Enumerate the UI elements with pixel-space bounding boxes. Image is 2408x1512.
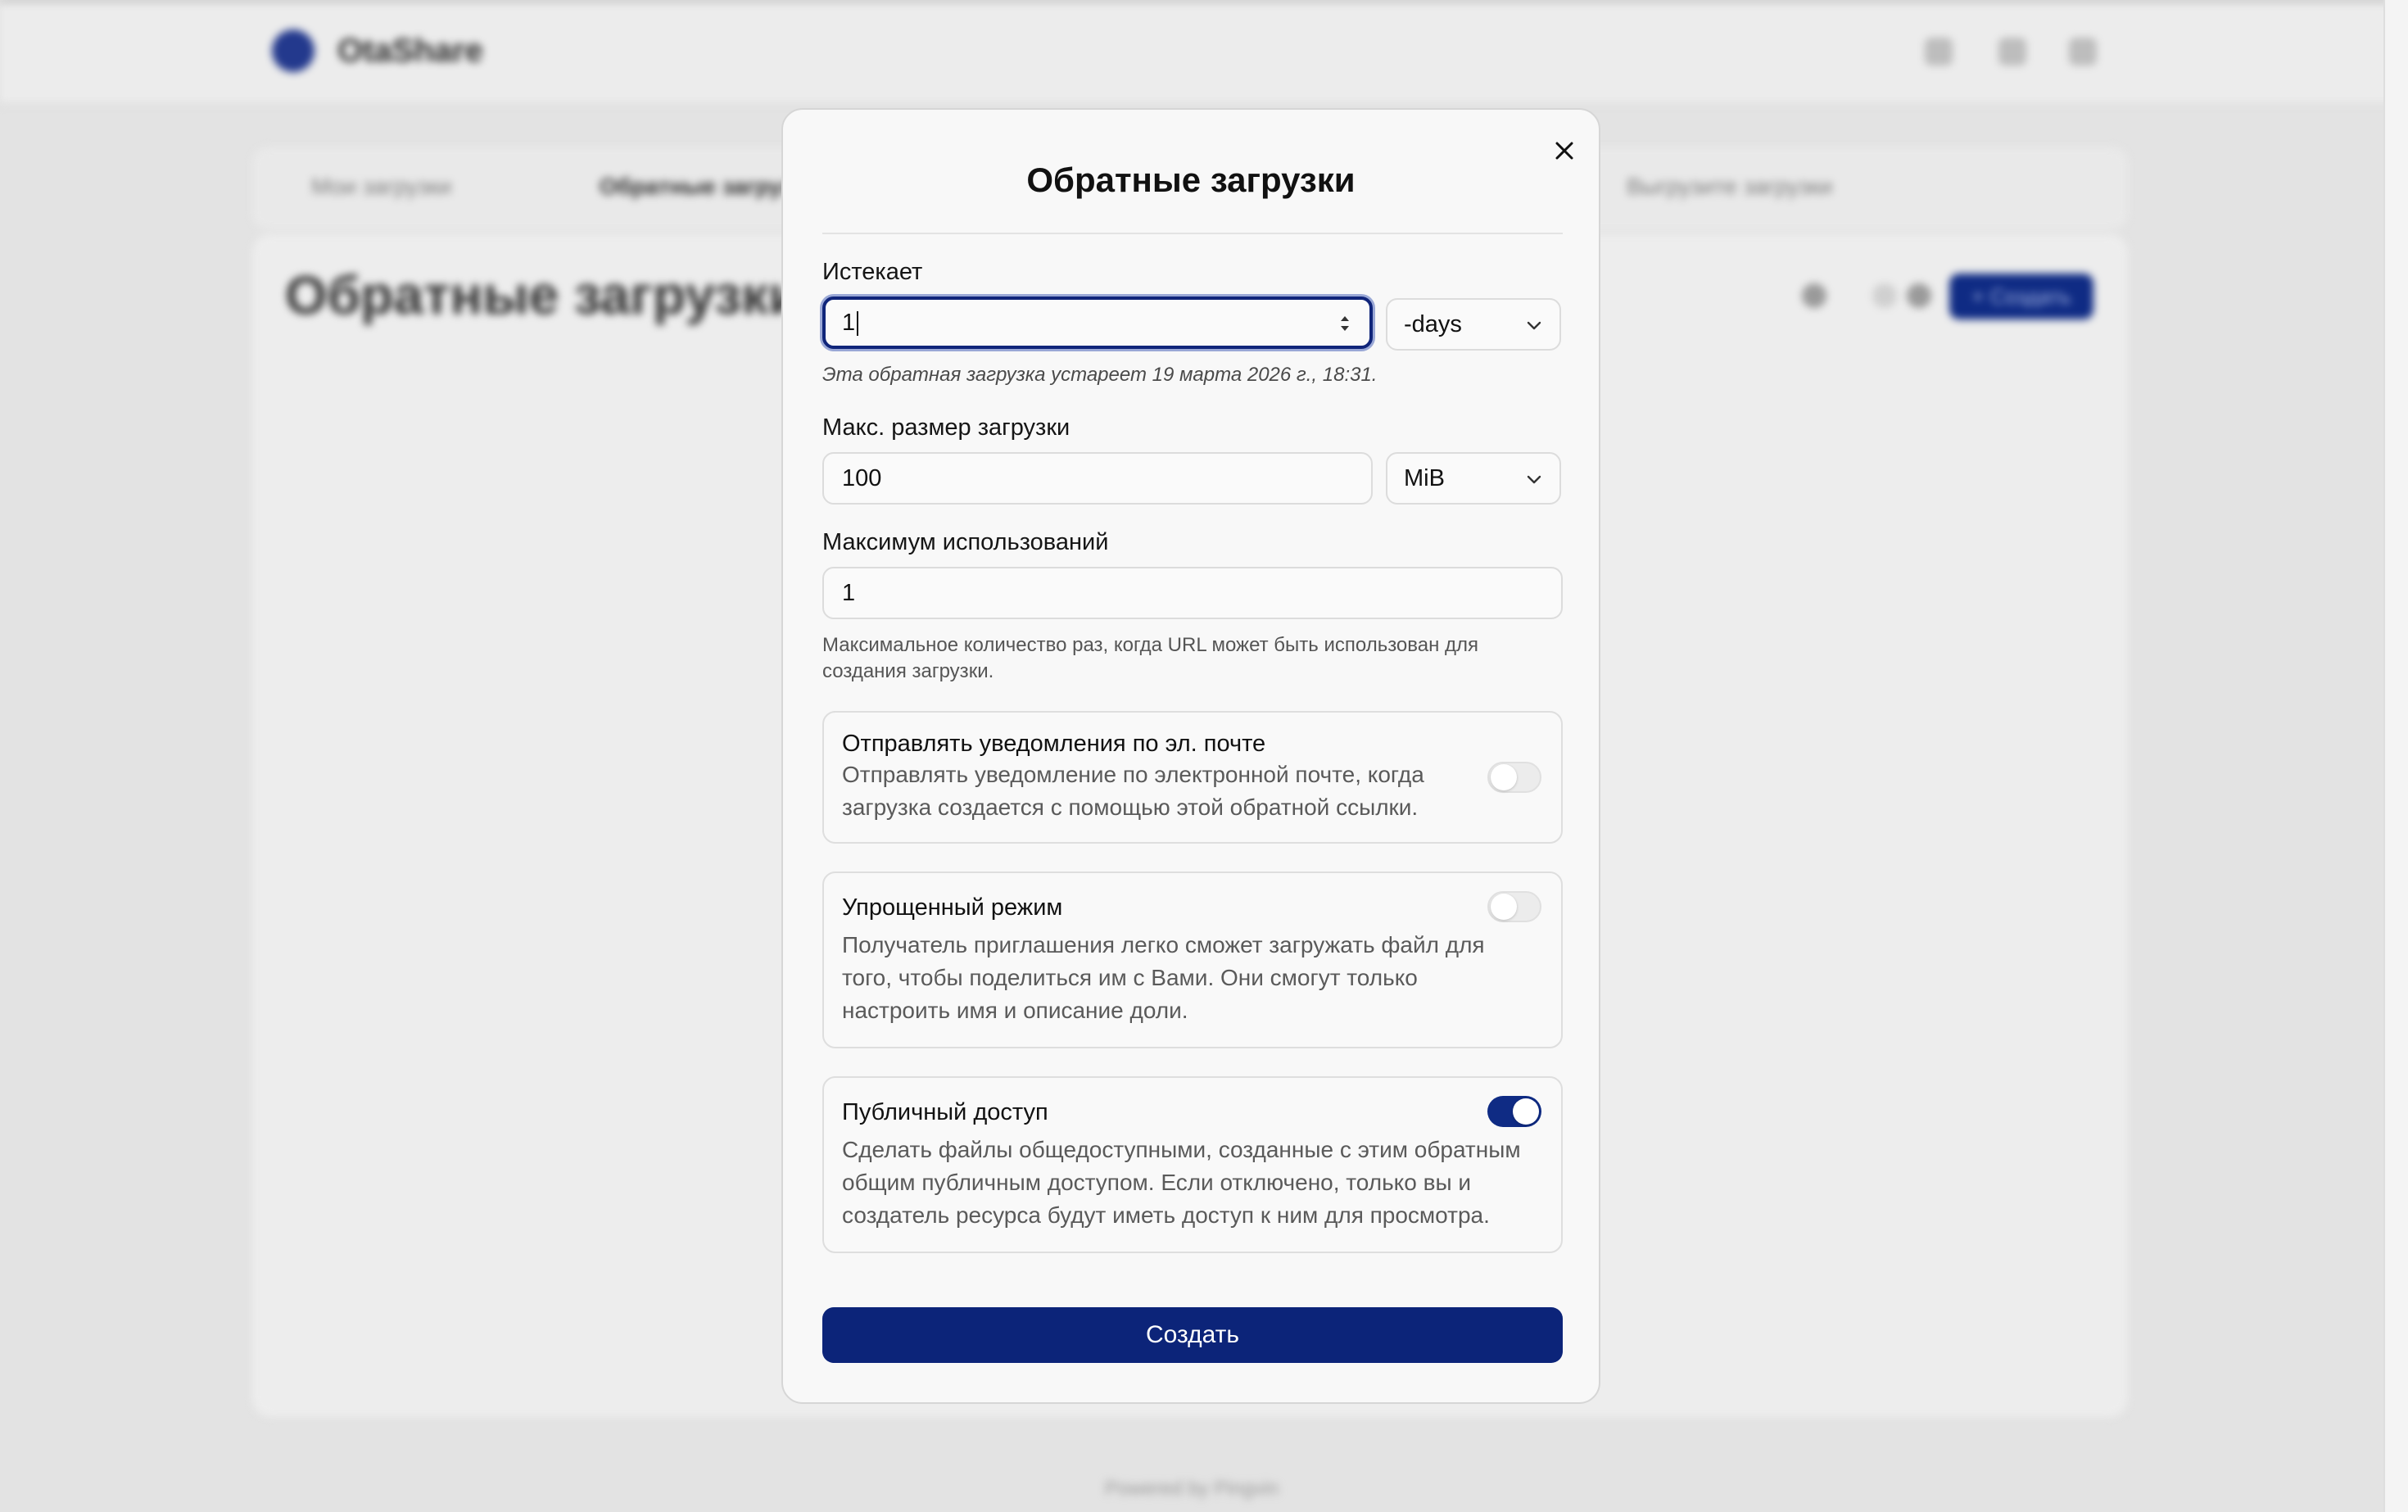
max-uses-hint-line2: создания загрузки. [822, 660, 994, 682]
toggle-knob [1491, 894, 1517, 920]
max-uses-label: Максимум использований [822, 529, 1109, 555]
title-divider [822, 233, 1563, 234]
email-notify-title: Отправлять уведомления по эл. почте [842, 731, 1266, 757]
max-size-input[interactable]: 100 [822, 452, 1373, 505]
expires-value: 1 [842, 310, 856, 336]
footer-text: Powered by Pingvin [1104, 1478, 1279, 1500]
max-uses-input[interactable]: 1 [822, 567, 1563, 619]
expiration-hint: Эта обратная загрузка устарeет 19 марта … [822, 364, 1378, 386]
app-name: OtaShare [337, 33, 483, 69]
text-caret [857, 311, 859, 337]
modal-title: Обратные загрузки [1026, 161, 1356, 199]
expires-unit-select[interactable]: -days [1386, 298, 1561, 351]
expires-value-input[interactable]: 1 [822, 297, 1373, 349]
email-notify-desc-line1: Отправлять уведомление по электронной по… [842, 762, 1424, 787]
max-size-unit-select[interactable]: MiB [1386, 452, 1561, 505]
create-button[interactable]: Создать [822, 1307, 1563, 1363]
public-access-toggle[interactable] [1487, 1096, 1541, 1127]
max-size-label: Макс. размер загрузки [822, 414, 1070, 441]
max-uses-value: 1 [842, 580, 856, 606]
close-icon [1555, 142, 1573, 160]
simple-mode-title: Упрощенный режим [842, 894, 1063, 921]
create-button-bg: + Создать [1949, 274, 2093, 319]
simple-mode-desc-line2: того, чтобы поделиться им с Вами. Они см… [842, 965, 1418, 990]
public-access-desc-line2: общим публичным доступом. Если отключено… [842, 1170, 1472, 1195]
toggle-knob [1513, 1098, 1539, 1125]
simple-mode-desc-line1: Получатель приглашения легко сможет загр… [842, 932, 1485, 957]
avatar [2069, 38, 2097, 66]
page-scrollbar[interactable] [2383, 0, 2408, 1512]
toggle-knob [1491, 764, 1517, 790]
page-title: Обратные загрузки [285, 265, 802, 325]
chevron-down-icon [1527, 321, 1541, 330]
simple-mode-toggle[interactable] [1487, 891, 1541, 922]
share-icon [1925, 38, 1953, 66]
email-notify-desc-line2: загрузка создается с помощью этой обратн… [842, 794, 1419, 820]
email-notify-toggle[interactable] [1487, 762, 1541, 793]
app-logo-icon [272, 29, 315, 72]
number-spinner-icon[interactable] [1338, 311, 1351, 336]
info-icon [1802, 283, 1826, 308]
tab-other: Выгрузите загрузки [1627, 174, 1833, 199]
simple-mode-desc-line3: настроить имя и описание доли. [842, 998, 1188, 1023]
max-uses-hint-line1: Максимальное количество раз, когда URL м… [822, 634, 1479, 656]
tab-my-uploads: Мои загрузки [311, 174, 452, 199]
refresh-icon [1872, 283, 1897, 308]
max-size-unit-value: MiB [1404, 465, 1445, 491]
max-size-value: 100 [842, 465, 882, 491]
public-access-title: Публичный доступ [842, 1099, 1048, 1125]
app-header: OtaShare [0, 2, 2408, 105]
link-icon [1998, 38, 2026, 66]
expires-unit-value: -days [1404, 311, 1462, 337]
chevron-down-icon [1527, 475, 1541, 484]
public-access-desc-line3: создатель ресурса будут иметь доступ к н… [842, 1202, 1490, 1228]
settings-icon [1907, 283, 1931, 308]
public-access-desc-line1: Сделать файлы общедоступными, созданные … [842, 1137, 1521, 1162]
expires-label: Истекает [822, 259, 923, 285]
